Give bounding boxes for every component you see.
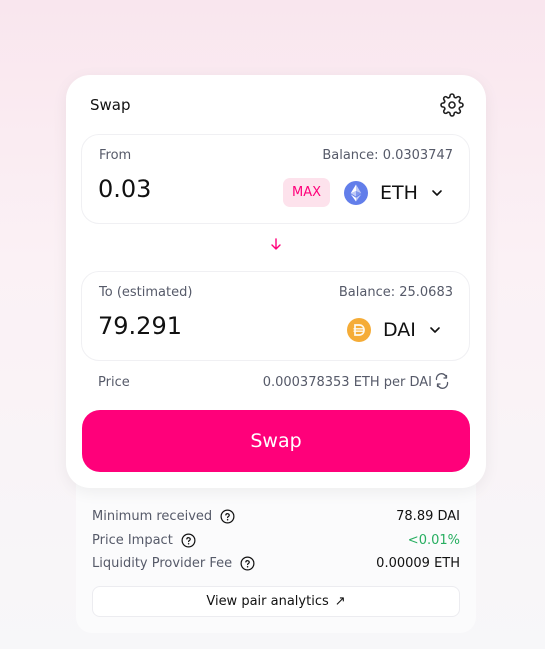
ethereum-icon <box>344 181 368 205</box>
liquidity-fee-label: Liquidity Provider Fee <box>92 555 233 571</box>
from-token-panel: From Balance: 0.0303747 MAX ETH <box>81 134 470 224</box>
external-link-icon: ↗ <box>334 594 346 609</box>
view-pair-analytics-label: View pair analytics <box>206 594 329 609</box>
liquidity-fee-value: 0.00009 ETH <box>376 555 460 571</box>
liquidity-fee-row: Liquidity Provider Fee 0.00009 ETH <box>92 553 460 573</box>
max-button[interactable]: MAX <box>283 178 330 207</box>
trade-details-panel: Minimum received 78.89 DAI Price Impact … <box>76 470 476 633</box>
from-amount-input[interactable] <box>98 175 258 203</box>
chevron-down-icon <box>432 190 442 196</box>
from-token-symbol: ETH <box>380 182 418 204</box>
dai-icon <box>347 318 371 342</box>
price-value: 0.000378353 ETH per DAI <box>262 375 432 390</box>
chevron-down-icon <box>430 327 440 333</box>
to-balance: Balance: 25.0683 <box>338 285 453 300</box>
to-token-symbol: DAI <box>383 319 416 341</box>
swap-card: Swap From Balance: 0.0303747 MAX ETH <box>66 75 486 488</box>
swap-button[interactable]: Swap <box>82 410 470 472</box>
to-amount-input[interactable] <box>98 312 258 340</box>
to-token-panel: To (estimated) Balance: 25.0683 DAI <box>81 271 470 361</box>
switch-price-icon[interactable] <box>434 373 450 389</box>
from-token-selector[interactable]: ETH <box>344 178 444 208</box>
from-label: From <box>99 148 132 163</box>
help-icon[interactable] <box>220 509 235 524</box>
price-impact-row: Price Impact <0.01% <box>92 530 460 550</box>
price-impact-label: Price Impact <box>92 532 173 548</box>
gear-icon[interactable] <box>440 93 464 117</box>
view-pair-analytics-link[interactable]: View pair analytics ↗ <box>92 586 460 617</box>
help-icon[interactable] <box>181 533 196 548</box>
price-label: Price <box>98 375 130 390</box>
minimum-received-row: Minimum received 78.89 DAI <box>92 506 460 526</box>
from-balance: Balance: 0.0303747 <box>322 148 453 163</box>
arrow-down-icon[interactable] <box>269 237 283 251</box>
help-icon[interactable] <box>240 556 255 571</box>
swap-title: Swap <box>90 96 131 114</box>
to-token-selector[interactable]: DAI <box>347 315 442 345</box>
minimum-received-value: 78.89 DAI <box>396 508 460 524</box>
minimum-received-label: Minimum received <box>92 508 213 524</box>
price-impact-value: <0.01% <box>407 532 460 548</box>
to-label: To (estimated) <box>99 285 193 300</box>
